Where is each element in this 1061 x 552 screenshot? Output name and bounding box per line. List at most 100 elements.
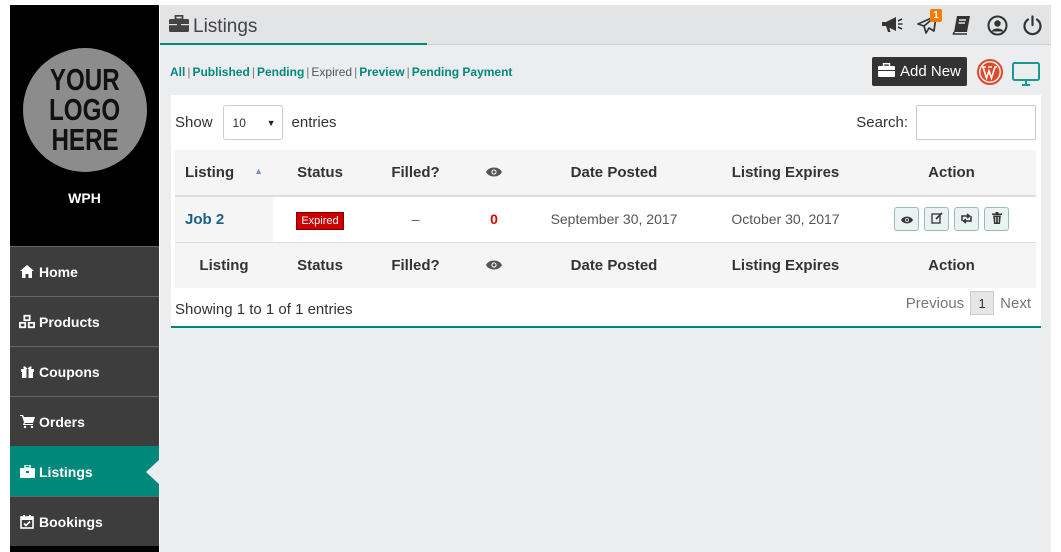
user-circle-icon[interactable] — [986, 14, 1008, 36]
pagination: Previous 1 Next — [906, 291, 1031, 315]
cart-icon — [19, 415, 35, 429]
page-title-text: Listings — [193, 15, 258, 37]
sidebar-item-label: Coupons — [39, 363, 100, 380]
column-footer-listing: Listing — [175, 242, 273, 288]
filter-pending[interactable]: Pending — [257, 65, 304, 79]
column-header-status[interactable]: Status — [273, 150, 367, 197]
title-underline — [160, 43, 427, 45]
entries-select[interactable]: 10 ▼ — [222, 105, 283, 140]
column-footer-views — [464, 242, 524, 288]
sidebar-item-label: Orders — [39, 413, 85, 430]
sidebar-item-label: Listings — [39, 463, 93, 480]
trash-icon — [991, 211, 1002, 227]
search-input[interactable] — [916, 105, 1036, 140]
eye-icon — [486, 257, 502, 274]
filter-all[interactable]: All — [170, 65, 185, 79]
logo[interactable]: YOUR LOGO HERE — [23, 48, 147, 172]
cell-views: 0 — [464, 196, 524, 243]
calendar-check-icon — [19, 514, 35, 529]
column-header-label: Date Posted — [570, 164, 658, 181]
megaphone-icon[interactable] — [881, 14, 903, 36]
site-name: WPH — [68, 190, 101, 206]
search-control: Search: — [856, 105, 1036, 140]
retweet-icon — [960, 211, 973, 227]
next-button[interactable]: Next — [1000, 295, 1031, 312]
entries-select-value: 10 — [232, 115, 246, 130]
column-footer-status: Status — [273, 242, 367, 288]
column-header-date-posted[interactable]: Date Posted — [524, 150, 704, 197]
column-header-label: Filled? — [391, 164, 440, 181]
column-header-listing-expires[interactable]: Listing Expires — [704, 150, 867, 197]
status-badge: Expired — [296, 212, 344, 231]
table-row: Job 2 Expired – 0 September 30, 2017 Oct… — [175, 196, 1036, 243]
cell-filled: – — [367, 196, 464, 243]
logo-text-line-1: YOUR — [50, 62, 120, 97]
filter-pending-payment[interactable]: Pending Payment — [412, 65, 513, 79]
search-label: Search: — [856, 114, 908, 131]
entries-label: entries — [291, 114, 337, 131]
page-button[interactable]: 1 — [970, 291, 995, 315]
logo-text-line-2: LOGO — [49, 92, 121, 127]
sidebar-item-orders[interactable]: Orders — [10, 396, 159, 446]
sidebar-item-label: Home — [39, 263, 78, 280]
cell-status: Expired — [273, 196, 367, 243]
sidebar-item-home[interactable]: Home — [10, 246, 159, 296]
cell-actions — [867, 196, 1036, 243]
column-footer-listing-expires: Listing Expires — [704, 242, 867, 288]
column-footer-action: Action — [867, 242, 1036, 288]
gift-icon — [19, 365, 35, 379]
sidebar-item-listings[interactable]: Listings — [10, 446, 160, 496]
wordpress-icon[interactable] — [977, 59, 1003, 90]
briefcase-icon — [19, 465, 35, 479]
notification-badge: 1 — [930, 9, 942, 22]
column-footer-filled: Filled? — [367, 242, 464, 288]
logo-text-line-3: HERE — [51, 122, 119, 157]
column-header-filled[interactable]: Filled? — [367, 150, 464, 197]
delete-button[interactable] — [984, 207, 1009, 232]
sidebar: YOUR LOGO HERE WPH Home Products Coupons… — [10, 5, 160, 552]
view-button[interactable] — [894, 207, 919, 232]
sidebar-item-label: Products — [39, 313, 100, 330]
book-icon[interactable] — [951, 14, 973, 36]
sort-asc-icon: ▲ — [254, 166, 264, 176]
sidebar-item-label: Bookings — [39, 513, 103, 530]
filter-separator: | — [306, 65, 310, 79]
filter-separator: | — [406, 65, 410, 79]
column-header-label: Listing Expires — [731, 164, 840, 181]
cubes-icon — [19, 314, 35, 329]
filter-separator: | — [251, 65, 255, 79]
listings-panel: Show 10 ▼ entries Search: Listing ▲ Statu… — [171, 95, 1041, 328]
column-header-views[interactable] — [464, 150, 524, 197]
row-actions — [867, 207, 1036, 232]
edit-button[interactable] — [924, 207, 949, 232]
sidebar-item-bookings[interactable]: Bookings — [10, 496, 159, 546]
cell-listing-expires: October 30, 2017 — [704, 196, 867, 243]
listing-link[interactable]: Job 2 — [185, 211, 224, 228]
column-header-label: Listing — [184, 164, 235, 181]
show-label: Show — [175, 114, 213, 131]
add-new-button[interactable]: Add New — [872, 57, 967, 86]
column-header-label: Status — [297, 164, 343, 181]
filter-published[interactable]: Published — [192, 65, 249, 79]
power-icon[interactable] — [1021, 14, 1043, 36]
column-header-listing[interactable]: Listing ▲ — [175, 150, 273, 197]
table-footer-row: Listing Status Filled? Date Posted Listi… — [175, 242, 1036, 288]
listings-table: Listing ▲ Status Filled? Date Posted List… — [175, 150, 1036, 288]
views-count: 0 — [490, 211, 498, 228]
table-header-row: Listing ▲ Status Filled? Date Posted List… — [175, 150, 1036, 197]
filter-separator: | — [354, 65, 358, 79]
paper-plane-icon[interactable]: 1 — [916, 9, 942, 36]
logo-area: YOUR LOGO HERE WPH — [10, 5, 159, 246]
eye-icon — [486, 164, 502, 181]
sidebar-item-products[interactable]: Products — [10, 296, 159, 346]
caret-down-icon: ▼ — [266, 117, 276, 128]
previous-button[interactable]: Previous — [906, 295, 964, 312]
filter-preview[interactable]: Preview — [359, 65, 404, 79]
column-header-action: Action — [867, 150, 1036, 197]
relist-button[interactable] — [954, 207, 979, 232]
monitor-icon[interactable] — [1012, 62, 1040, 91]
sidebar-item-coupons[interactable]: Coupons — [10, 346, 159, 396]
briefcase-icon — [169, 14, 189, 38]
edit-icon — [930, 211, 943, 227]
table-info: Showing 1 to 1 of 1 entries — [175, 301, 353, 318]
